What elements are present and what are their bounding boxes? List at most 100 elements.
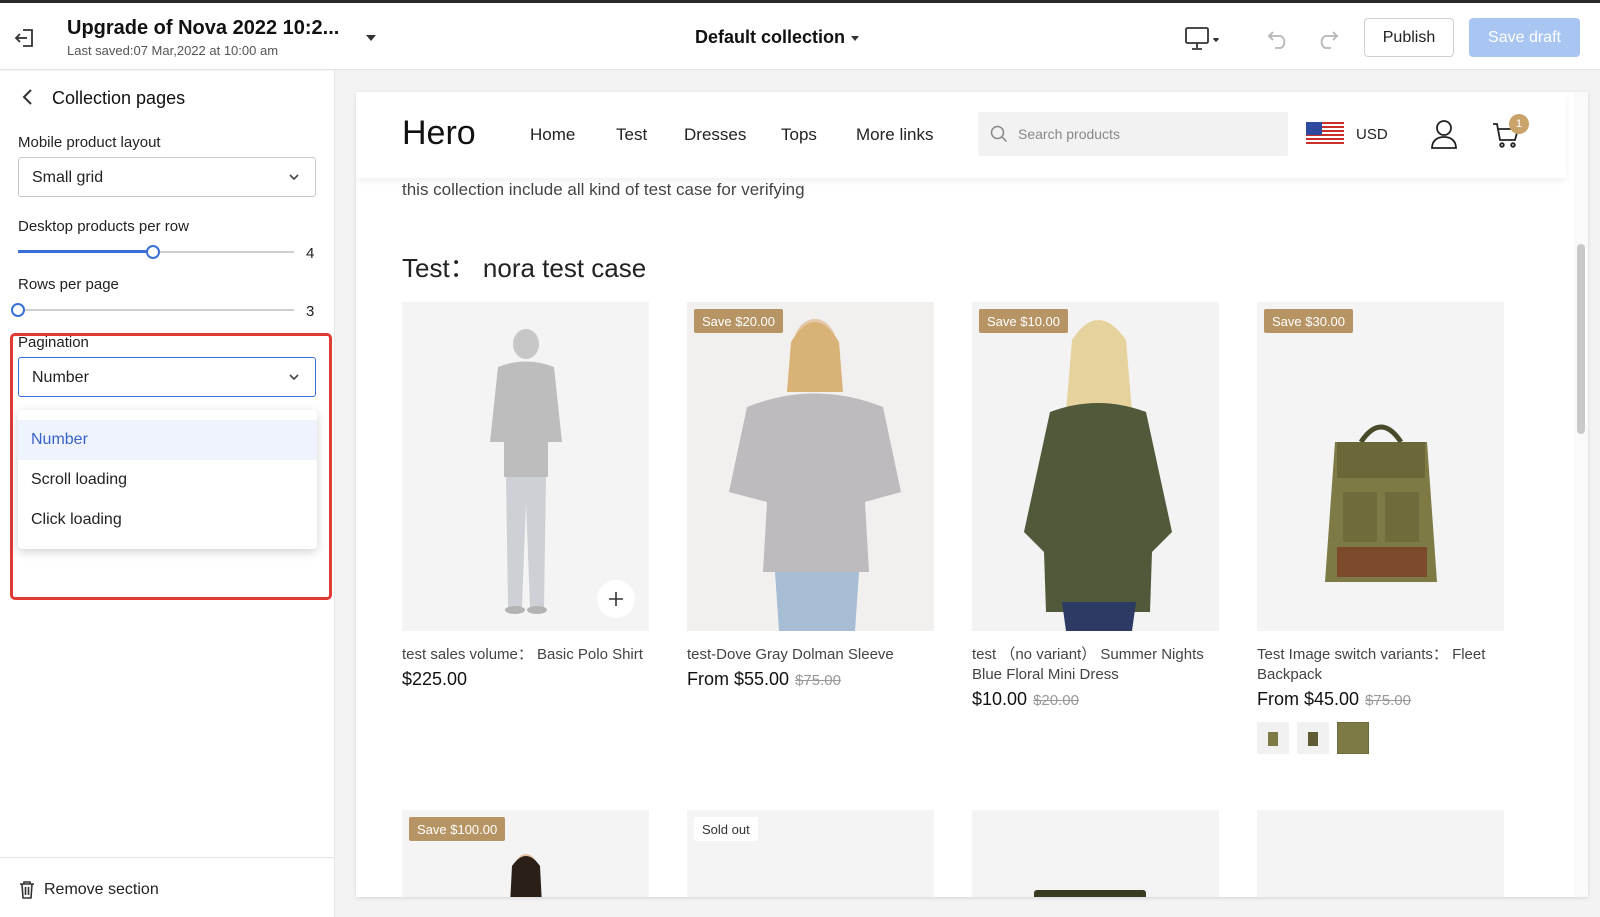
product-name[interactable]: test sales volume： Basic Polo Shirt xyxy=(402,645,649,665)
preview-scrollbar[interactable] xyxy=(1574,92,1588,897)
product-price: $225.00 xyxy=(402,669,649,690)
variant-swatches xyxy=(1257,722,1504,754)
product-name[interactable]: test-Dove Gray Dolman Sleeve xyxy=(687,645,934,665)
collection-title: Test： nora test case xyxy=(402,253,647,283)
product-card[interactable]: test sales volume： Basic Polo Shirt $225… xyxy=(402,302,649,690)
product-card[interactable]: Save $10.00 test （no variant） Summer Nig… xyxy=(972,302,1219,710)
product-card[interactable]: Sold out xyxy=(687,810,934,897)
product-card[interactable]: Save $100.00 xyxy=(402,810,649,897)
scrollbar-thumb[interactable] xyxy=(1577,244,1585,434)
chevron-down-icon xyxy=(289,374,299,381)
save-badge: Save $20.00 xyxy=(694,309,784,333)
redo-icon[interactable] xyxy=(1314,28,1340,50)
collection-description: this collection include all kind of test… xyxy=(402,180,805,199)
editor-topbar: Upgrade of Nova 2022 10:2... Last saved:… xyxy=(0,3,1600,70)
variant-swatch[interactable] xyxy=(1257,722,1289,754)
nav-tops[interactable]: Tops xyxy=(781,125,817,145)
settings-sidebar: Collection pages Mobile product layout S… xyxy=(0,71,335,917)
product-card[interactable]: Save $20.00 test-Dove Gray Dolman Sleeve… xyxy=(687,302,934,690)
undo-icon[interactable] xyxy=(1266,28,1292,50)
pagination-dropdown: Number Scroll loading Click loading xyxy=(18,410,317,549)
sold-out-badge: Sold out xyxy=(694,817,758,841)
price-current: From $55.00 xyxy=(687,669,790,689)
product-card[interactable]: Save $30.00 Test Image switch variants： … xyxy=(1257,302,1504,754)
price-current: From $45.00 xyxy=(1257,689,1360,709)
publish-button[interactable]: Publish xyxy=(1364,18,1454,57)
search-icon xyxy=(990,125,1008,143)
product-image[interactable] xyxy=(1257,810,1504,897)
price-compare: $75.00 xyxy=(1365,692,1411,709)
us-flag-icon[interactable] xyxy=(1306,122,1344,146)
product-image[interactable] xyxy=(972,810,1219,897)
product-image[interactable]: Save $100.00 xyxy=(402,810,649,897)
sidebar-footer: Remove section xyxy=(0,857,335,917)
quick-add-button[interactable] xyxy=(597,580,635,618)
collection-selector-label: Default collection xyxy=(695,27,846,47)
product-image[interactable]: Save $10.00 xyxy=(972,302,1219,631)
slider-fill xyxy=(18,250,154,253)
exit-icon[interactable] xyxy=(12,25,38,51)
variant-swatch-selected[interactable] xyxy=(1337,722,1369,754)
collection-selector[interactable]: Default collection xyxy=(695,27,860,48)
account-icon[interactable] xyxy=(1429,118,1459,150)
store-header: Hero Home Test Dresses Tops More links S… xyxy=(356,92,1566,178)
product-price: From $55.00 $75.00 xyxy=(687,669,934,690)
mobile-layout-label: Mobile product layout xyxy=(18,134,161,151)
product-card[interactable] xyxy=(1257,810,1504,897)
product-name[interactable]: Test Image switch variants： Fleet Backpa… xyxy=(1257,645,1504,685)
back-chevron-icon[interactable] xyxy=(18,87,38,107)
theme-title[interactable]: Upgrade of Nova 2022 10:2... xyxy=(67,17,339,40)
pagination-label: Pagination xyxy=(18,334,89,351)
product-price: $10.00 $20.00 xyxy=(972,689,1219,710)
desktop-per-row-label: Desktop products per row xyxy=(18,218,189,235)
rows-per-page-slider[interactable] xyxy=(11,303,294,317)
price-compare: $20.00 xyxy=(1033,692,1079,709)
product-image[interactable]: Sold out xyxy=(687,810,934,897)
section-title: Collection pages xyxy=(52,88,186,108)
pagination-value: Number xyxy=(32,369,89,386)
variant-swatch[interactable] xyxy=(1297,722,1329,754)
pagination-option-click-loading[interactable]: Click loading xyxy=(18,500,317,540)
slider-thumb[interactable] xyxy=(11,303,25,317)
product-image[interactable]: Save $30.00 xyxy=(1257,302,1504,631)
save-draft-button[interactable]: Save draft xyxy=(1469,18,1580,57)
remove-section-button[interactable]: Remove section xyxy=(44,881,159,899)
plus-icon xyxy=(609,592,623,606)
desktop-per-row-value: 4 xyxy=(306,245,315,262)
desktop-per-row-slider[interactable] xyxy=(18,245,294,259)
last-saved-text: Last saved:07 Mar,2022 at 10:00 am xyxy=(67,43,279,58)
price-compare: $75.00 xyxy=(795,672,841,689)
product-card[interactable] xyxy=(972,810,1219,897)
device-switcher[interactable] xyxy=(1183,25,1227,53)
pagination-option-scroll-loading[interactable]: Scroll loading xyxy=(18,460,317,500)
rows-per-page-value: 3 xyxy=(306,303,315,320)
caret-down-icon[interactable] xyxy=(366,35,376,41)
price-current: $225.00 xyxy=(402,669,468,689)
product-photo xyxy=(1034,890,1146,897)
chevron-down-icon xyxy=(289,174,299,181)
slider-thumb[interactable] xyxy=(146,245,161,259)
trash-icon[interactable] xyxy=(18,880,36,900)
nav-dresses[interactable]: Dresses xyxy=(684,125,746,145)
product-name[interactable]: test （no variant） Summer Nights Blue Flo… xyxy=(972,645,1219,685)
product-image[interactable]: Save $20.00 xyxy=(687,302,934,631)
currency-selector[interactable]: USD xyxy=(1356,126,1388,143)
editor-app: Upgrade of Nova 2022 10:2... Last saved:… xyxy=(0,0,1600,917)
pagination-select[interactable]: Number xyxy=(18,357,316,397)
save-badge: Save $30.00 xyxy=(1264,309,1354,333)
caret-down-icon xyxy=(851,35,860,41)
nav-more-links[interactable]: More links xyxy=(856,125,933,145)
nav-home[interactable]: Home xyxy=(530,125,575,145)
mobile-layout-select[interactable]: Small grid xyxy=(18,157,316,197)
pagination-option-number[interactable]: Number xyxy=(18,420,317,460)
mobile-layout-value: Small grid xyxy=(32,169,104,186)
product-price: From $45.00 $75.00 xyxy=(1257,689,1504,710)
nav-test[interactable]: Test xyxy=(616,125,647,145)
product-image[interactable] xyxy=(402,302,649,631)
slider-track xyxy=(18,309,294,311)
backpack-thumb xyxy=(1308,732,1318,746)
search-placeholder: Search products xyxy=(1018,126,1120,142)
store-logo[interactable]: Hero xyxy=(402,114,476,153)
store-search-input[interactable]: Search products xyxy=(978,112,1288,156)
backpack-image xyxy=(1257,302,1504,631)
